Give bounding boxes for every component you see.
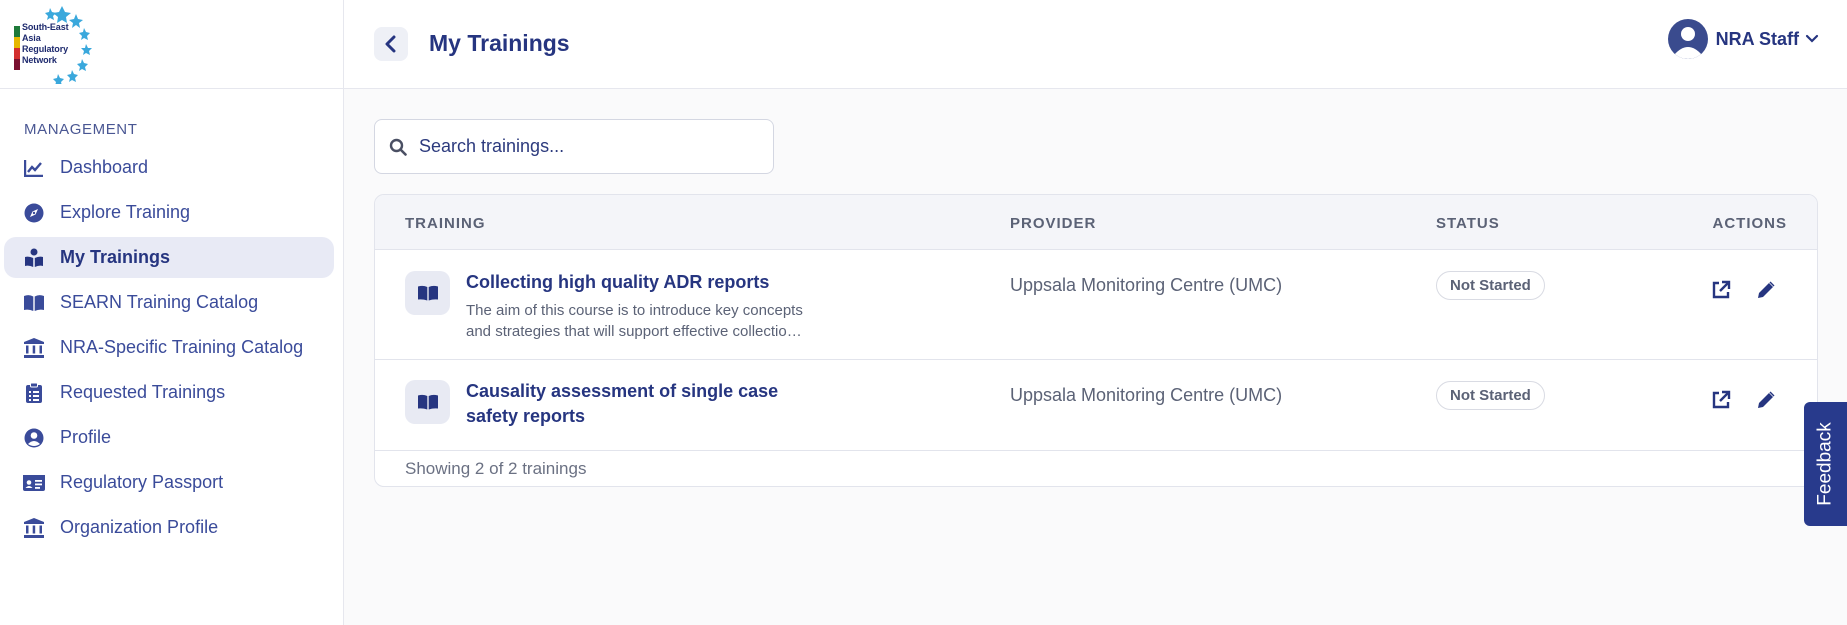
pencil-icon	[1758, 281, 1775, 298]
avatar	[1667, 19, 1708, 59]
id-card-icon	[23, 472, 45, 494]
training-title[interactable]: Collecting high quality ADR reports	[466, 270, 769, 295]
sidebar-item-organization-profile[interactable]: Organization Profile	[4, 507, 334, 548]
book-icon	[405, 271, 450, 315]
sidebar-item-regulatory-passport[interactable]: Regulatory Passport	[4, 462, 334, 503]
sidebar-item-label: SEARN Training Catalog	[60, 292, 259, 312]
column-header-training[interactable]: TRAINING	[405, 215, 486, 232]
sidebar-item-label: Explore Training	[60, 202, 191, 222]
training-provider: Uppsala Monitoring Centre (UMC)	[1010, 385, 1283, 405]
sidebar-item-requested-trainings[interactable]: Requested Trainings	[4, 372, 334, 413]
column-header-status[interactable]: STATUS	[1436, 215, 1500, 232]
compass-icon	[23, 202, 45, 224]
sidebar-item-nra-specific-training-catalog[interactable]: NRA-Specific Training Catalog	[4, 327, 334, 368]
institution-icon	[23, 337, 45, 359]
edit-button[interactable]	[1754, 278, 1778, 302]
top-bar: My Trainings NRA Staff	[344, 0, 1847, 89]
sidebar: South-East Asia Regulatory Network MANAG…	[0, 0, 344, 625]
training-title[interactable]: Causality assessment of single case safe…	[466, 379, 796, 429]
sidebar-item-label: NRA-Specific Training Catalog	[60, 337, 304, 357]
chevron-down-icon	[1805, 34, 1819, 43]
pencil-icon	[1758, 391, 1775, 408]
searn-logo[interactable]: South-East Asia Regulatory Network	[10, 4, 96, 84]
sidebar-item-label: Organization Profile	[60, 517, 219, 537]
status-badge: Not Started	[1436, 381, 1545, 410]
logo-color-bars	[14, 26, 20, 70]
external-link-icon	[1712, 390, 1731, 409]
search-icon	[389, 138, 407, 156]
feedback-label: Feedback	[1814, 422, 1836, 506]
feedback-button[interactable]: Feedback	[1804, 402, 1847, 526]
open-external-button[interactable]	[1709, 388, 1733, 412]
edit-button[interactable]	[1754, 388, 1778, 412]
institution-icon	[23, 517, 45, 539]
user-menu[interactable]: NRA Staff	[1667, 19, 1819, 59]
status-badge: Not Started	[1436, 271, 1545, 300]
sidebar-item-label: Profile	[60, 427, 112, 447]
sidebar-item-label: Requested Trainings	[60, 382, 226, 402]
sidebar-item-label: My Trainings	[60, 247, 171, 267]
open-external-button[interactable]	[1709, 278, 1733, 302]
search-input[interactable]	[419, 136, 759, 157]
search-box	[374, 119, 774, 174]
user-name: NRA Staff	[1715, 28, 1799, 49]
back-button[interactable]	[374, 27, 408, 61]
training-description: The aim of this course is to introduce k…	[466, 302, 803, 340]
chevron-left-icon	[385, 35, 396, 53]
user-icon	[1673, 27, 1702, 59]
chart-line-icon	[23, 157, 45, 179]
table-row: Causality assessment of single case safe…	[375, 360, 1817, 451]
sidebar-item-explore-training[interactable]: Explore Training	[4, 192, 334, 233]
sidebar-item-searn-training-catalog[interactable]: SEARN Training Catalog	[4, 282, 334, 323]
external-link-icon	[1712, 280, 1731, 299]
section-label-management: MANAGEMENT	[24, 121, 138, 138]
sidebar-nav: Dashboard Explore Training My Trainings …	[4, 147, 334, 552]
book-open-icon	[23, 292, 45, 314]
table-row: Collecting high quality ADR reports The …	[375, 250, 1817, 360]
column-header-actions: ACTIONS	[1712, 215, 1787, 232]
clipboard-icon	[23, 382, 45, 404]
book-reader-icon	[23, 247, 45, 269]
table-header: TRAINING PROVIDER STATUS ACTIONS	[375, 195, 1817, 250]
logo-text: South-East Asia Regulatory Network	[22, 22, 69, 65]
table-footer-count: Showing 2 of 2 trainings	[405, 459, 587, 478]
sidebar-item-label: Dashboard	[60, 157, 149, 177]
sidebar-item-label: Regulatory Passport	[60, 472, 224, 492]
trainings-table: TRAINING PROVIDER STATUS ACTIONS Collect…	[374, 194, 1818, 487]
page-title: My Trainings	[429, 30, 570, 56]
training-provider: Uppsala Monitoring Centre (UMC)	[1010, 275, 1283, 295]
user-circle-icon	[23, 427, 45, 449]
column-header-provider[interactable]: PROVIDER	[1010, 215, 1096, 232]
sidebar-item-dashboard[interactable]: Dashboard	[4, 147, 334, 188]
sidebar-item-profile[interactable]: Profile	[4, 417, 334, 458]
logo-area: South-East Asia Regulatory Network	[0, 0, 343, 89]
sidebar-item-my-trainings[interactable]: My Trainings	[4, 237, 334, 278]
book-icon	[405, 380, 450, 424]
